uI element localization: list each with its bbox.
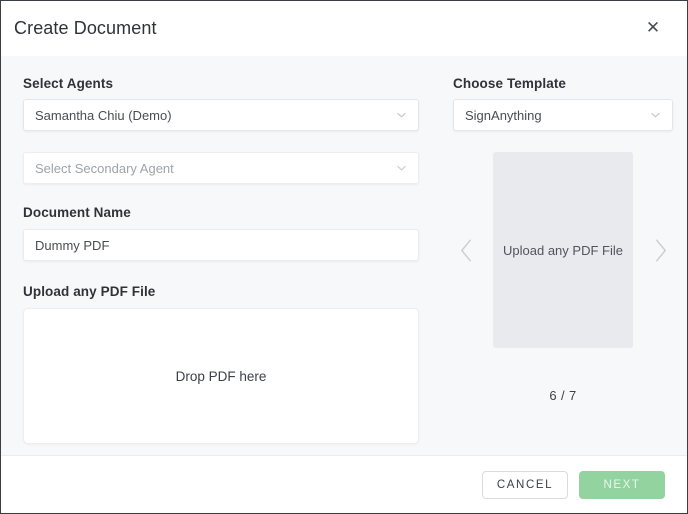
secondary-agent-placeholder: Select Secondary Agent: [35, 160, 174, 176]
template-preview-card[interactable]: Upload any PDF File: [493, 152, 633, 348]
left-column: Select Agents Samantha Chiu (Demo) Selec…: [23, 76, 419, 455]
select-agents-label: Select Agents: [23, 76, 114, 91]
cancel-button[interactable]: CANCEL: [482, 470, 568, 499]
document-name-value: Dummy PDF: [35, 237, 110, 253]
right-column: Choose Template SignAnything Upload any …: [419, 76, 673, 455]
chevron-down-icon: [650, 110, 661, 121]
template-carousel: Upload any PDF File: [453, 152, 673, 348]
secondary-agent-select[interactable]: Select Secondary Agent: [23, 152, 419, 184]
template-value: SignAnything: [465, 107, 542, 123]
template-preview-text: Upload any PDF File: [503, 242, 623, 258]
dialog-header: Create Document ✕: [1, 1, 687, 56]
pdf-dropzone[interactable]: Drop PDF here: [23, 308, 419, 444]
upload-pdf-label: Upload any PDF File: [23, 284, 156, 299]
dialog-body: Select Agents Samantha Chiu (Demo) Selec…: [1, 56, 687, 455]
document-name-input[interactable]: Dummy PDF: [23, 229, 419, 261]
create-document-dialog: Create Document ✕ Select Agents Samantha…: [0, 0, 688, 514]
chevron-down-icon: [396, 163, 407, 174]
chevron-down-icon: [396, 110, 407, 121]
template-select[interactable]: SignAnything: [453, 99, 673, 131]
next-button[interactable]: NEXT: [579, 470, 665, 499]
primary-agent-select[interactable]: Samantha Chiu (Demo): [23, 99, 419, 131]
dialog-footer: CANCEL NEXT: [1, 455, 687, 513]
dropzone-text: Drop PDF here: [175, 368, 267, 384]
page-title: Create Document: [14, 18, 157, 38]
close-icon[interactable]: ✕: [641, 17, 665, 41]
document-name-label: Document Name: [23, 205, 131, 220]
chevron-right-icon[interactable]: [647, 230, 673, 270]
primary-agent-value: Samantha Chiu (Demo): [35, 107, 172, 123]
choose-template-label: Choose Template: [453, 76, 567, 91]
chevron-left-icon[interactable]: [453, 230, 479, 270]
carousel-page-counter: 6 / 7: [549, 388, 577, 403]
